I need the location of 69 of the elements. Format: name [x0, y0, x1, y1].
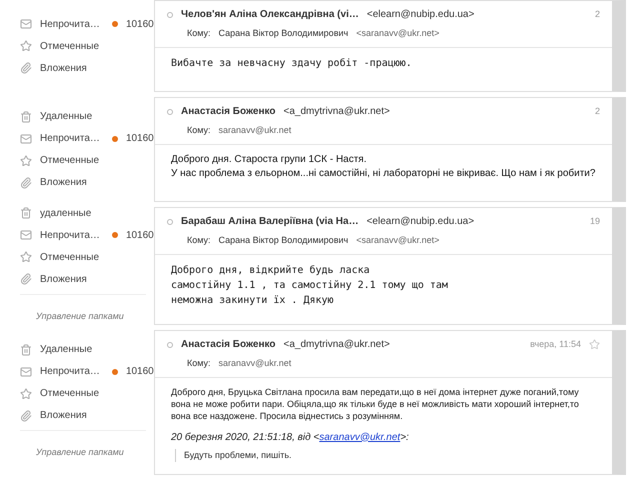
- sender-name: Анастасія Боженко: [181, 338, 276, 352]
- message-date: 2: [594, 104, 600, 118]
- to-label: Кому:: [187, 234, 211, 247]
- folder-item[interactable]: Непрочита…: [40, 16, 100, 32]
- message-text: Доброго дня, відкрийте будь ласка: [171, 264, 371, 278]
- message-date: 2: [594, 8, 600, 21]
- folder-item[interactable]: Отмеченные: [40, 153, 100, 168]
- sender-name: Челов'ян Аліна Олександрівна (vi…: [181, 8, 359, 22]
- message-text: самостійну 1.1 , та самостійну 2.1 тому що там: [171, 278, 449, 292]
- folder-item[interactable]: Вложения: [40, 60, 87, 76]
- message-text: Доброго дня, Бруцька Світлана просила вам передати,що в неї дома інтернет дуже поганий,тому вона не може робити пари. Обіцяла,що як тільки буде в неї можливість мати хороший інтернет,то вона все наздожене. Просила віднестись з розумінням.: [171, 386, 580, 422]
- message-text: Доброго дня. Староста групи 1СК - Настя.: [171, 152, 368, 166]
- mail-icon: [20, 229, 32, 241]
- folder-item[interactable]: Непрочита…: [40, 364, 100, 379]
- message-text: неможна закинути їх . Дякую: [171, 294, 335, 308]
- star-icon: [20, 251, 32, 263]
- mail-icon: [20, 18, 32, 30]
- folder-item[interactable]: удаленные: [40, 206, 92, 220]
- mail-icon: [20, 366, 32, 378]
- recipient-email: <saranavv@ukr.net>: [356, 27, 440, 40]
- manage-folders-link[interactable]: Управление папками: [20, 310, 124, 320]
- paperclip-icon: [20, 62, 32, 74]
- unread-count: 10160: [126, 132, 154, 146]
- folder-item[interactable]: Удаленные: [40, 342, 92, 357]
- paperclip-icon: [20, 273, 32, 285]
- star-icon[interactable]: [589, 339, 600, 350]
- quote-header: 20 березня 2020, 21:51:18, від <saranavv@ukr.net>:: [171, 430, 410, 444]
- star-icon: [20, 40, 32, 52]
- sender-email: <elearn@nubip.edu.ua>: [366, 215, 474, 229]
- recipient-email: <saranavv@ukr.net>: [356, 234, 440, 247]
- sender-name: Барабаш Аліна Валеріївна (via На…: [181, 215, 359, 229]
- folder-item[interactable]: Вложения: [40, 272, 87, 286]
- message-text: Вибачте за невчасну здачу робіт -працюю.: [171, 56, 413, 70]
- to-label: Кому:: [187, 124, 211, 137]
- message-text: У нас проблема з ельорном...ні самостійні, ні лабораторні не вікриває. Що нам і як робити?: [171, 166, 596, 180]
- sender-email: <a_dmytrivna@ukr.net>: [284, 105, 390, 119]
- folder-item[interactable]: Вложения: [40, 408, 87, 423]
- mail-icon: [20, 132, 32, 144]
- recipient-email: saranavv@ukr.net: [218, 357, 292, 370]
- email-link[interactable]: saranavv@ukr.net: [319, 432, 400, 442]
- folder-item[interactable]: Непрочита…: [40, 131, 100, 146]
- sender-email: <elearn@nubip.edu.ua>: [366, 8, 474, 22]
- folder-item[interactable]: Непрочита…: [40, 228, 100, 242]
- message-date: 19: [590, 214, 600, 228]
- folder-item[interactable]: Удаленные: [40, 109, 92, 124]
- recipient-email: saranavv@ukr.net: [218, 124, 292, 137]
- manage-folders-link[interactable]: Управление папками: [20, 447, 124, 457]
- star-icon: [20, 154, 32, 166]
- recipient-name: Сарана Віктор Володимирович: [218, 27, 348, 40]
- quoted-text: Будуть проблеми, пишіть.: [175, 448, 596, 462]
- to-label: Кому:: [187, 27, 211, 40]
- trash-icon: [20, 110, 32, 122]
- trash-icon: [20, 344, 32, 356]
- sender-name: Анастасія Боженко: [181, 105, 276, 119]
- to-label: Кому:: [187, 357, 211, 370]
- unread-count: 10160: [126, 228, 154, 242]
- message-date: вчера, 11:54: [530, 338, 581, 351]
- paperclip-icon: [20, 410, 32, 422]
- paperclip-icon: [20, 176, 32, 188]
- recipient-name: Сарана Віктор Володимирович: [218, 234, 348, 247]
- unread-count: 10160: [126, 18, 154, 32]
- folder-item[interactable]: Отмеченные: [40, 38, 100, 54]
- star-icon: [20, 388, 32, 400]
- folder-item[interactable]: Отмеченные: [40, 250, 100, 264]
- trash-icon: [20, 207, 32, 219]
- unread-count: 10160: [126, 365, 154, 379]
- folder-item[interactable]: Вложения: [40, 175, 87, 190]
- folder-item[interactable]: Отмеченные: [40, 386, 100, 401]
- sender-email: <a_dmytrivna@ukr.net>: [284, 338, 390, 352]
